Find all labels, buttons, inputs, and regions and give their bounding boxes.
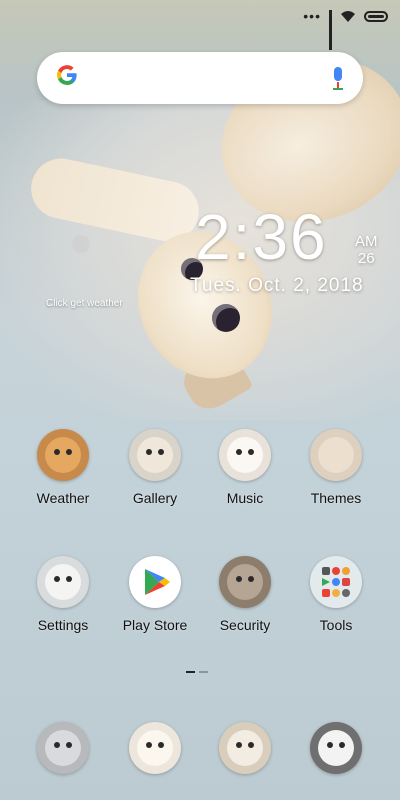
app-weather[interactable]: Weather [23,429,103,506]
app-play-store[interactable]: Play Store [115,556,195,633]
clock-widget[interactable]: 2:36 AM 26 Tues. Oct. 2, 2018 [190,201,378,296]
play-store-icon [129,556,181,608]
dock-app-3[interactable] [205,722,285,774]
status-bar: ••• [0,0,400,50]
dots-icon: ••• [303,8,321,24]
signal-icon [329,10,332,50]
dock-app-4[interactable] [296,722,376,774]
app-label: Tools [319,617,353,633]
app-label: Music [226,490,264,506]
page-indicator [186,671,208,673]
app-label: Weather [36,490,90,506]
clock-date: Tues. Oct. 2, 2018 [190,275,364,296]
google-logo-icon [55,63,79,94]
security-cat-icon [219,556,271,608]
dock-app-2-cat-icon [129,722,181,774]
google-search-bar[interactable] [37,52,363,104]
app-label: Themes [310,490,362,506]
day-number: 26 [357,250,375,267]
gallery-cat-icon [129,429,181,481]
music-cat-icon [219,429,271,481]
app-tools[interactable]: Tools [296,556,376,633]
dock-app-1-cat-icon [37,722,89,774]
wifi-icon [341,11,355,22]
clock-time: 2:36 [195,201,328,273]
tools-folder-icon [310,556,362,608]
app-label: Settings [37,617,89,633]
dock-app-3-cat-icon [219,722,271,774]
app-label: Gallery [132,490,178,506]
page-dot [199,671,208,673]
battery-icon [364,10,388,22]
app-music[interactable]: Music [205,429,285,506]
app-themes[interactable]: Themes [296,429,376,506]
weather-link[interactable]: Click get weather [46,298,123,309]
ampm-label: AM [355,233,378,250]
themes-cat-icon [310,429,362,481]
weather-cat-icon [37,429,89,481]
app-gallery[interactable]: Gallery [115,429,195,506]
dock-app-1[interactable] [23,722,103,774]
app-label: Security [219,617,271,633]
wallpaper-cat-image [0,0,400,800]
mic-icon[interactable] [331,67,345,90]
app-settings[interactable]: Settings [23,556,103,633]
dock-app-2[interactable] [115,722,195,774]
settings-cat-icon [37,556,89,608]
app-label: Play Store [122,617,188,633]
weather-cloud-icon [72,235,90,253]
page-dot-active [186,671,195,673]
app-security[interactable]: Security [205,556,285,633]
clock-ampm: AM 26 [355,233,378,267]
dock-app-4-cat-icon [310,722,362,774]
